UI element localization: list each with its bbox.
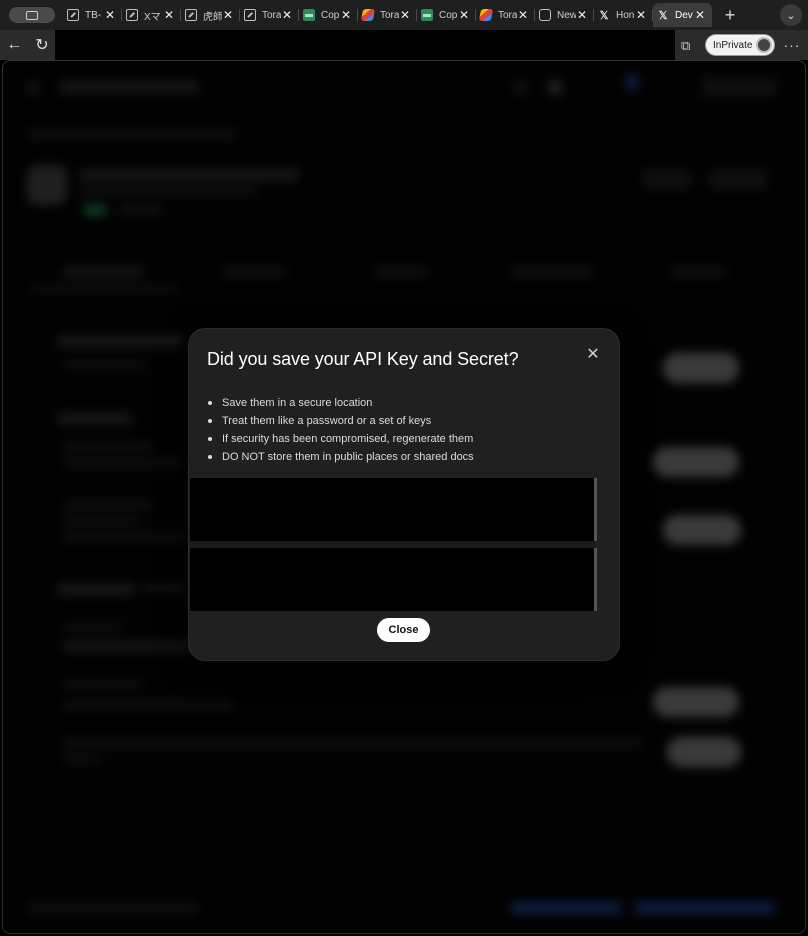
tab-close-icon[interactable]: ✕ bbox=[458, 8, 470, 22]
tab-actions-chevron-icon[interactable]: ⌄ bbox=[780, 4, 802, 26]
tab-close-icon[interactable]: ✕ bbox=[281, 8, 293, 22]
multicolor-icon bbox=[478, 9, 494, 21]
browser-tab[interactable]: Tora ✕ bbox=[358, 3, 417, 27]
tab-title: Tora bbox=[262, 9, 281, 21]
browser-tab[interactable]: New ✕ bbox=[535, 3, 594, 27]
new-tab-button[interactable]: + bbox=[718, 5, 742, 26]
tab-close-icon[interactable]: ✕ bbox=[694, 8, 706, 22]
workspaces-button[interactable] bbox=[9, 7, 55, 23]
api-key-field[interactable] bbox=[190, 478, 596, 541]
tab-title: Dev bbox=[675, 9, 693, 21]
browser-tab-bar: TB- ✕ Xマ ✕ 虎師 ✕ Tora ✕ Cop ✕ Tora ✕ Cop ✕ Tora ✕… bbox=[0, 0, 808, 30]
close-icon[interactable]: ✕ bbox=[585, 347, 601, 363]
browser-tab[interactable]: Cop ✕ bbox=[417, 3, 476, 27]
more-options-icon[interactable]: ··· bbox=[783, 37, 800, 53]
multicolor-icon bbox=[360, 9, 376, 21]
tab-close-icon[interactable]: ✕ bbox=[104, 8, 116, 22]
api-key-saved-dialog: Did you save your API Key and Secret? ✕ … bbox=[189, 329, 619, 660]
api-secret-scrollbar[interactable] bbox=[594, 548, 597, 611]
sheet-icon bbox=[421, 9, 433, 21]
tab-title: Xマ bbox=[144, 11, 161, 23]
browser-tab[interactable]: 𝕏 Hon ✕ bbox=[594, 3, 653, 27]
tab-close-icon[interactable]: ✕ bbox=[517, 8, 529, 22]
security-tips-list: Save them in a secure location Treat the… bbox=[207, 394, 474, 466]
tab-title: 虎師 bbox=[203, 11, 222, 23]
tab-title: New bbox=[557, 9, 576, 21]
browser-tab-active[interactable]: 𝕏 Dev ✕ bbox=[653, 3, 712, 27]
toolbar-right: ⧉ InPrivate ··· bbox=[675, 30, 808, 60]
browser-tab[interactable]: Tora ✕ bbox=[240, 3, 299, 27]
doc-icon bbox=[244, 9, 256, 21]
profile-avatar bbox=[756, 37, 773, 53]
tab-close-icon[interactable]: ✕ bbox=[399, 8, 411, 22]
tab-close-icon[interactable]: ✕ bbox=[635, 8, 647, 22]
api-key-scrollbar[interactable] bbox=[594, 478, 597, 541]
browser-tab[interactable]: 虎師 ✕ bbox=[181, 3, 240, 27]
x-logo-icon: 𝕏 bbox=[658, 9, 668, 22]
browser-tab[interactable]: Xマ ✕ bbox=[122, 3, 181, 27]
sheet-icon bbox=[303, 9, 315, 21]
x-logo-icon: 𝕏 bbox=[599, 9, 609, 22]
doc-icon bbox=[126, 9, 138, 21]
tab-close-icon[interactable]: ✕ bbox=[340, 8, 352, 22]
close-button[interactable]: Close bbox=[377, 618, 430, 642]
browser-tab[interactable]: TB- ✕ bbox=[63, 3, 122, 27]
list-item: If security has been compromised, regene… bbox=[207, 430, 474, 448]
workspaces-icon bbox=[26, 10, 38, 20]
tab-close-icon[interactable]: ✕ bbox=[222, 8, 234, 22]
inprivate-label: InPrivate bbox=[713, 39, 753, 51]
tab-title: Cop bbox=[321, 9, 340, 21]
tab-title: Cop bbox=[439, 9, 458, 21]
extensions-icon[interactable]: ⧉ bbox=[681, 38, 697, 53]
list-item: Treat them like a password or a set of k… bbox=[207, 412, 474, 430]
list-item: DO NOT store them in public places or sh… bbox=[207, 448, 474, 466]
inprivate-badge[interactable]: InPrivate bbox=[705, 34, 776, 56]
browser-tab[interactable]: Tora ✕ bbox=[476, 3, 535, 27]
tab-title: Tora bbox=[498, 9, 517, 21]
tab-title: Hon bbox=[616, 9, 635, 21]
list-item: Save them in a secure location bbox=[207, 394, 474, 412]
nav-buttons: ← ↻ bbox=[0, 30, 55, 60]
doc-icon bbox=[185, 9, 197, 21]
doc-icon bbox=[67, 9, 79, 21]
refresh-icon[interactable]: ↻ bbox=[35, 35, 48, 55]
api-secret-field[interactable] bbox=[190, 548, 596, 611]
calendar-icon bbox=[539, 9, 551, 21]
dialog-title: Did you save your API Key and Secret? bbox=[207, 349, 519, 369]
tab-close-icon[interactable]: ✕ bbox=[163, 8, 175, 22]
field-divider bbox=[190, 541, 596, 548]
browser-tab[interactable]: Cop ✕ bbox=[299, 3, 358, 27]
back-arrow-icon[interactable]: ← bbox=[6, 36, 22, 54]
tab-close-icon[interactable]: ✕ bbox=[576, 8, 588, 22]
tab-title: TB- bbox=[85, 9, 102, 21]
tab-title: Tora bbox=[380, 9, 399, 21]
browser-toolbar: ← ↻ ⧉ InPrivate ··· bbox=[0, 30, 808, 60]
